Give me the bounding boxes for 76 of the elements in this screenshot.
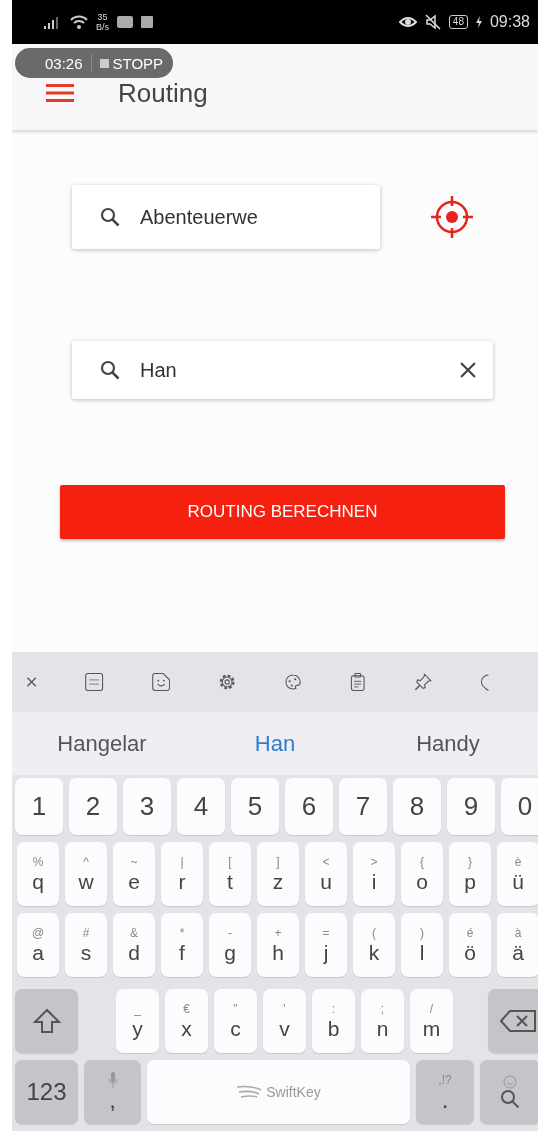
close-icon[interactable] [26, 674, 38, 690]
keyboard-key[interactable]: 4 [177, 778, 225, 835]
mute-icon [424, 14, 441, 30]
keyboard-key[interactable]: > i [353, 842, 395, 906]
keyboard-key[interactable]: _ y [116, 989, 159, 1053]
locate-icon[interactable] [428, 193, 476, 241]
search-icon [500, 1089, 520, 1109]
keyboard-key[interactable]: 5 [231, 778, 279, 835]
network-speed-unit: B/s [96, 22, 109, 32]
comma-key[interactable]: , [84, 1060, 141, 1124]
keyboard-key[interactable]: / m [410, 989, 453, 1053]
search-icon [100, 207, 120, 227]
keyboard-key[interactable]: { o [401, 842, 443, 906]
clock: 09:38 [489, 13, 530, 31]
keyboard-key[interactable]: * f [161, 913, 203, 977]
symbols-key[interactable]: 123 [15, 1060, 78, 1124]
keyboard-key[interactable]: < u [305, 842, 347, 906]
keyboard-key[interactable]: = j [305, 913, 347, 977]
search-key[interactable] [480, 1060, 538, 1124]
keyboard-key[interactable]: 6 [285, 778, 333, 835]
keyboard-key[interactable]: ' v [263, 989, 306, 1053]
backspace-icon [500, 1010, 536, 1032]
keyboard-key[interactable]: [ t [209, 842, 251, 906]
keyboard-key[interactable]: ] z [257, 842, 299, 906]
keyboard-key[interactable]: | r [161, 842, 203, 906]
word-suggestion[interactable]: Handy [358, 730, 538, 757]
keyboard-key[interactable]: € x [165, 989, 208, 1053]
period-key[interactable]: ,!? . [416, 1060, 474, 1124]
keyboard-key[interactable]: : b [312, 989, 355, 1053]
keyboard-key[interactable]: é ö [449, 913, 491, 977]
keyboard-key[interactable]: ~ e [113, 842, 155, 906]
shift-key[interactable] [15, 989, 78, 1053]
route-button[interactable]: ROUTING BERECHNEN [60, 485, 505, 539]
keyboard-key[interactable]: + h [257, 913, 299, 977]
shift-icon [32, 1008, 61, 1034]
keyboard-key[interactable]: 1 [15, 778, 63, 835]
keyboard-key[interactable]: ^ w [65, 842, 107, 906]
emoji-icon [503, 1075, 517, 1089]
network-speed: 35 [97, 12, 108, 22]
keyboard-key[interactable]: # s [65, 913, 107, 977]
charging-icon [475, 16, 482, 28]
keyboard-key[interactable]: } p [449, 842, 491, 906]
keyboard-key[interactable]: 8 [393, 778, 441, 835]
menu-icon[interactable] [46, 83, 74, 103]
recording-time: 03:26 [45, 54, 83, 72]
keyboard-key[interactable]: " c [214, 989, 257, 1053]
wifi-icon [70, 15, 88, 29]
word-suggestion[interactable]: Han [192, 730, 358, 757]
word-suggestion[interactable]: Hangelar [12, 730, 192, 757]
keyboard-key[interactable]: 9 [447, 778, 495, 835]
swiftkey-logo-icon [236, 1085, 263, 1099]
stop-button[interactable]: STOPP [99, 54, 164, 72]
keyboard-key[interactable]: @ a [17, 913, 59, 977]
destination-field[interactable]: Han [72, 341, 493, 399]
keyboard-key[interactable]: è ü [497, 842, 538, 906]
eye-icon [398, 15, 417, 29]
keyboard-key[interactable]: 0 [501, 778, 538, 835]
keyboard-key[interactable]: ( k [353, 913, 395, 977]
keyboard-key[interactable]: ) l [401, 913, 443, 977]
keyboard-key[interactable]: 7 [339, 778, 387, 835]
microphone-icon [107, 1072, 118, 1088]
keyboard-key[interactable]: - g [209, 913, 251, 977]
backspace-key[interactable] [488, 989, 538, 1053]
keyboard-key[interactable]: à ä [497, 913, 538, 977]
search-icon [100, 360, 120, 380]
keyboard-key[interactable]: % q [17, 842, 59, 906]
start-field[interactable]: Abenteuerwe [72, 185, 380, 249]
square-icon [141, 16, 153, 28]
close-icon[interactable] [459, 361, 477, 379]
keyboard-key[interactable]: ; n [361, 989, 404, 1053]
keyboard-key[interactable]: & d [113, 913, 155, 977]
message-icon [117, 16, 133, 28]
keyboard-key[interactable]: 2 [69, 778, 117, 835]
page-title: Routing [118, 77, 208, 109]
keyboard-key[interactable]: 3 [123, 778, 171, 835]
battery-level: 48 [448, 15, 468, 29]
